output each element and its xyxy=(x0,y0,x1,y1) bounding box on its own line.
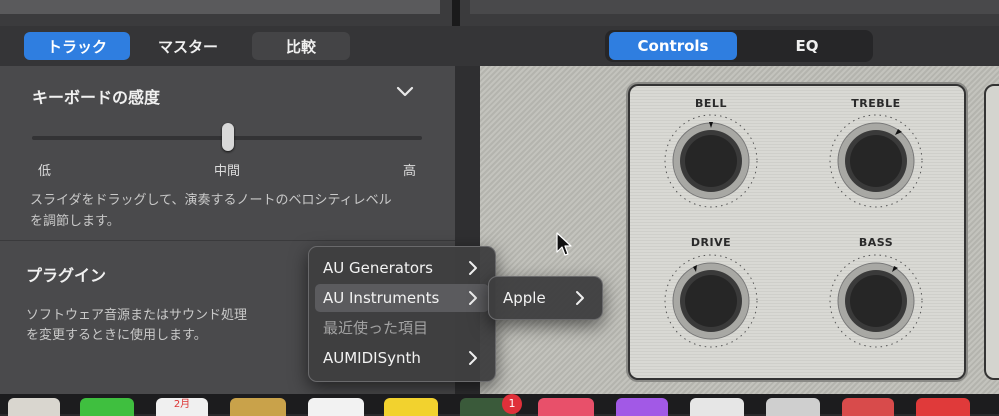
submenu-item-apple[interactable]: Apple xyxy=(495,284,596,312)
tab-bar: トラック マスター 比較 Controls EQ xyxy=(0,26,999,67)
keyboard-description-line1: スライダをドラッグして、演奏するノートのベロシティレベル xyxy=(30,193,392,208)
knob-label-treble: TREBLE xyxy=(851,97,901,110)
tab-track[interactable]: トラック xyxy=(24,32,130,60)
dock-app-icon[interactable] xyxy=(616,398,668,416)
slider-label-high: 高 xyxy=(403,164,417,179)
upper-window-edge xyxy=(0,0,440,14)
plugin-description-line1: ソフトウェア音源またはサウンド処理 xyxy=(26,308,248,323)
tab-eq[interactable]: EQ xyxy=(745,32,869,60)
tab-master[interactable]: マスター xyxy=(138,32,238,60)
menu-item-label: AUMIDISynth xyxy=(323,349,421,367)
top-strip xyxy=(0,0,999,26)
submenu-item-label: Apple xyxy=(503,289,546,307)
knob-label-bell: BELL xyxy=(695,97,727,110)
chevron-right-icon xyxy=(469,261,477,275)
chevron-right-icon xyxy=(469,291,477,305)
adjacent-panel-edge xyxy=(984,84,999,380)
dock-notes-icon[interactable] xyxy=(384,398,438,416)
menu-item-label: 最近使った項目 xyxy=(323,318,429,337)
menu-item-au-instruments[interactable]: AU Instruments xyxy=(315,284,489,312)
knob-label-drive: DRIVE xyxy=(690,236,732,249)
instruments-submenu: Apple xyxy=(488,276,603,320)
section-separator xyxy=(0,240,455,241)
dock: 2月 1 xyxy=(0,394,999,416)
dock-app-icon[interactable] xyxy=(230,398,286,416)
chevron-right-icon xyxy=(469,351,477,365)
window-gap xyxy=(452,0,460,26)
drive-knob[interactable] xyxy=(663,253,759,349)
plugin-description-line2: を変更するときに使用します。 xyxy=(26,328,207,343)
menu-item-label: AU Instruments xyxy=(323,289,440,307)
keyboard-sensitivity-title: キーボードの感度 xyxy=(32,88,161,107)
slider-label-low: 低 xyxy=(38,164,52,179)
menu-item-label: AU Generators xyxy=(323,259,433,277)
bell-knob[interactable] xyxy=(663,113,759,209)
view-segmented-control: Controls EQ xyxy=(605,30,873,62)
velocity-slider-thumb[interactable] xyxy=(222,123,234,151)
plugin-menu: AU Generators AU Instruments 最近使った項目 AUM… xyxy=(308,246,496,382)
tab-compare[interactable]: 比較 xyxy=(252,32,350,60)
chevron-down-icon[interactable] xyxy=(394,80,416,102)
dock-app-icon[interactable] xyxy=(538,398,594,416)
tab-controls[interactable]: Controls xyxy=(609,32,737,60)
dock-app-icon[interactable] xyxy=(80,398,134,416)
upper-window-edge-right xyxy=(470,0,999,14)
notification-badge: 1 xyxy=(502,394,522,414)
menu-item-aumidisynth[interactable]: AUMIDISynth xyxy=(315,344,489,372)
dock-app-icon[interactable] xyxy=(842,398,894,416)
dock-app-icon[interactable] xyxy=(8,398,60,416)
plugin-title: プラグイン xyxy=(26,266,107,285)
chevron-right-icon xyxy=(576,291,584,305)
dock-calendar-icon[interactable]: 2月 xyxy=(156,398,208,416)
dock-app-icon[interactable] xyxy=(916,398,970,416)
menu-item-au-generators[interactable]: AU Generators xyxy=(315,254,489,282)
dock-app-icon[interactable] xyxy=(308,398,364,416)
slider-label-mid: 中間 xyxy=(214,164,241,179)
dock-app-icon[interactable] xyxy=(690,398,744,416)
knob-label-bass: BASS xyxy=(858,236,894,249)
dock-app-icon[interactable] xyxy=(766,398,820,416)
bass-knob[interactable] xyxy=(828,253,924,349)
treble-knob[interactable] xyxy=(828,113,924,209)
keyboard-description-line2: を調節します。 xyxy=(30,214,120,229)
mouse-pointer-icon xyxy=(556,232,572,256)
menu-header-recent: 最近使った項目 xyxy=(315,313,489,341)
